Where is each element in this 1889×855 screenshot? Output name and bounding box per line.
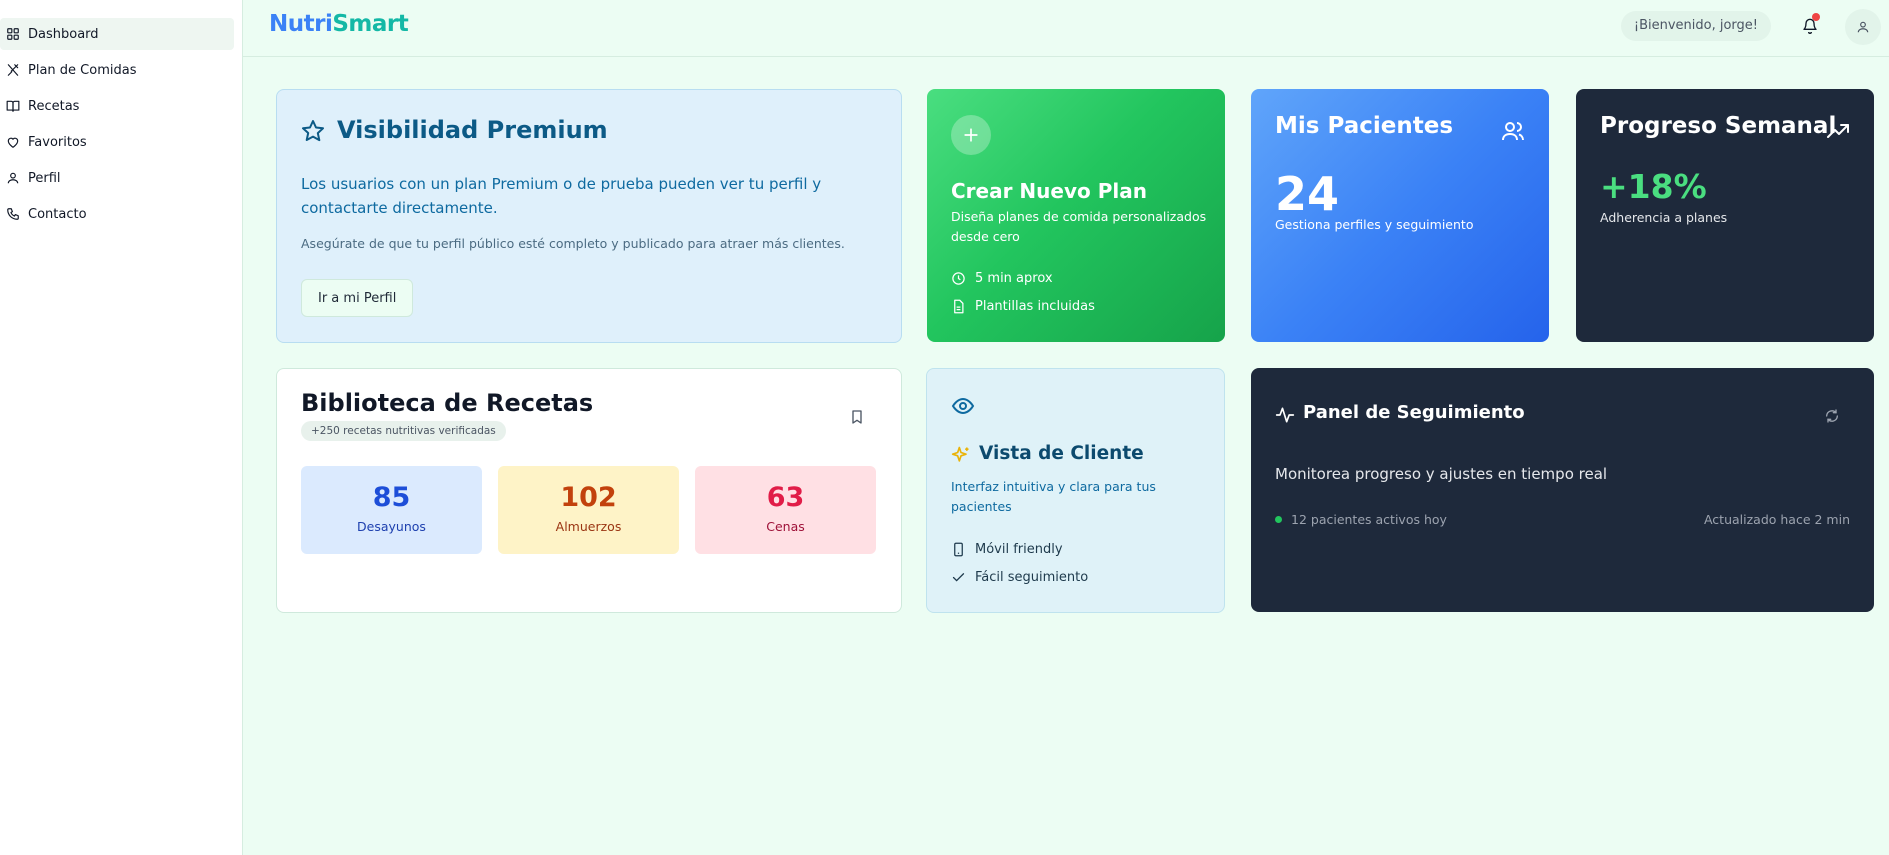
sparkles-icon [951,446,969,462]
stat-label: Cenas [766,519,805,534]
patients-count: 24 [1275,167,1340,221]
sidebar-item-favoritos[interactable]: Favoritos [0,126,234,158]
user-icon [1857,21,1869,33]
client-view-title: Vista de Cliente [979,443,1144,464]
activity-icon [1275,407,1295,423]
recipe-library-card: Biblioteca de Recetas +250 recetas nutri… [276,368,902,613]
eye-icon [951,397,975,415]
active-patients-status: 12 pacientes activos hoy [1275,512,1447,527]
stat-desayunos[interactable]: 85 Desayunos [301,466,482,554]
sidebar-item-contacto[interactable]: Contacto [0,198,234,230]
create-plan-card[interactable]: Crear Nuevo Plan Diseña planes de comida… [927,89,1225,342]
notifications-button[interactable] [1797,13,1823,39]
logo-text-part1: Nutri [269,11,333,37]
user-menu-button[interactable] [1845,9,1881,45]
check-icon [952,573,965,582]
book-icon [6,100,20,112]
stat-label: Almuerzos [555,519,622,534]
plan-time-label: 5 min aprox [975,271,1053,286]
library-badge: +250 recetas nutritivas verificadas [301,421,506,441]
sidebar-item-label: Favoritos [28,134,87,150]
plan-time-row: 5 min aprox [951,271,1053,286]
welcome-badge: ¡Bienvenido, jorge! [1620,11,1771,41]
active-patients-label: 12 pacientes activos hoy [1291,512,1447,527]
status-dot [1275,516,1282,523]
sidebar-item-label: Plan de Comidas [28,62,137,78]
stat-value: 85 [372,482,411,513]
star-icon [302,120,324,142]
bookmark-icon[interactable] [849,409,865,425]
sidebar-item-dashboard[interactable]: Dashboard [0,18,234,50]
app-logo[interactable]: NutriSmart [269,11,409,37]
grid-icon [7,28,19,40]
clock-icon [952,272,965,285]
sidebar-item-label: Dashboard [28,26,99,42]
logo-text-part2: Smart [332,11,409,37]
premium-description: Los usuarios con un plan Premium o de pr… [301,175,822,217]
patients-card[interactable]: Mis Pacientes 24 Gestiona perfiles y seg… [1251,89,1549,342]
sidebar-item-label: Perfil [28,170,61,186]
sidebar-item-recetas[interactable]: Recetas [0,90,234,122]
sidebar-item-label: Recetas [28,98,80,114]
premium-hint: Asegúrate de que tu perfil público esté … [301,236,845,251]
document-icon [954,299,964,314]
plus-icon [951,115,991,155]
progress-subtitle: Adherencia a planes [1600,210,1728,225]
weekly-progress-card: Progreso Semanal +18% Adherencia a plane… [1576,89,1874,342]
refresh-icon[interactable] [1824,408,1840,424]
feature-mobile: Móvil friendly [951,542,1063,557]
smartphone-icon [954,542,963,557]
stat-value: 102 [560,482,617,513]
users-icon [1502,122,1524,141]
premium-title: Visibilidad Premium [337,116,608,144]
patients-subtitle: Gestiona perfiles y seguimiento [1275,217,1474,232]
user-icon [7,172,19,184]
create-plan-title: Crear Nuevo Plan [951,179,1147,203]
library-title: Biblioteca de Recetas [301,389,594,417]
feature-mobile-label: Móvil friendly [975,542,1063,557]
premium-visibility-card: Visibilidad Premium Los usuarios con un … [276,89,902,343]
client-view-card[interactable]: Vista de Cliente Interfaz intuitiva y cl… [926,368,1225,613]
phone-icon [7,208,19,220]
notification-dot [1812,13,1820,21]
tracking-description: Monitorea progreso y ajustes en tiempo r… [1275,465,1608,483]
create-plan-description: Diseña planes de comida personalizados d… [951,209,1207,244]
tracking-panel-card: Panel de Seguimiento Monitorea progreso … [1251,368,1874,612]
plan-templates-label: Plantillas incluidas [975,299,1095,314]
stat-label: Desayunos [357,519,426,534]
stat-almuerzos[interactable]: 102 Almuerzos [498,466,679,554]
last-updated-label: Actualizado hace 2 min [1703,512,1850,527]
trending-up-icon [1827,124,1849,138]
client-view-description: Interfaz intuitiva y clara para tus paci… [951,479,1156,514]
top-header: NutriSmart ¡Bienvenido, jorge! [243,0,1889,57]
sidebar-item-plan-de-comidas[interactable]: Plan de Comidas [0,54,234,86]
sidebar-item-label: Contacto [28,206,87,222]
sidebar: Dashboard Plan de Comidas Recetas Favori… [0,0,243,855]
feature-tracking: Fácil seguimiento [951,570,1088,585]
plan-templates-row: Plantillas incluidas [951,299,1095,314]
stat-value: 63 [766,482,805,513]
tracking-title: Panel de Seguimiento [1303,402,1525,423]
sidebar-item-perfil[interactable]: Perfil [0,162,234,194]
progress-value: +18% [1600,167,1707,206]
feature-tracking-label: Fácil seguimiento [975,570,1089,585]
utensils-icon [7,64,19,76]
patients-title: Mis Pacientes [1275,113,1454,139]
go-to-profile-button[interactable]: Ir a mi Perfil [301,279,414,317]
progress-title: Progreso Semanal [1600,113,1837,139]
heart-icon [7,137,19,148]
stat-cenas[interactable]: 63 Cenas [695,466,876,554]
